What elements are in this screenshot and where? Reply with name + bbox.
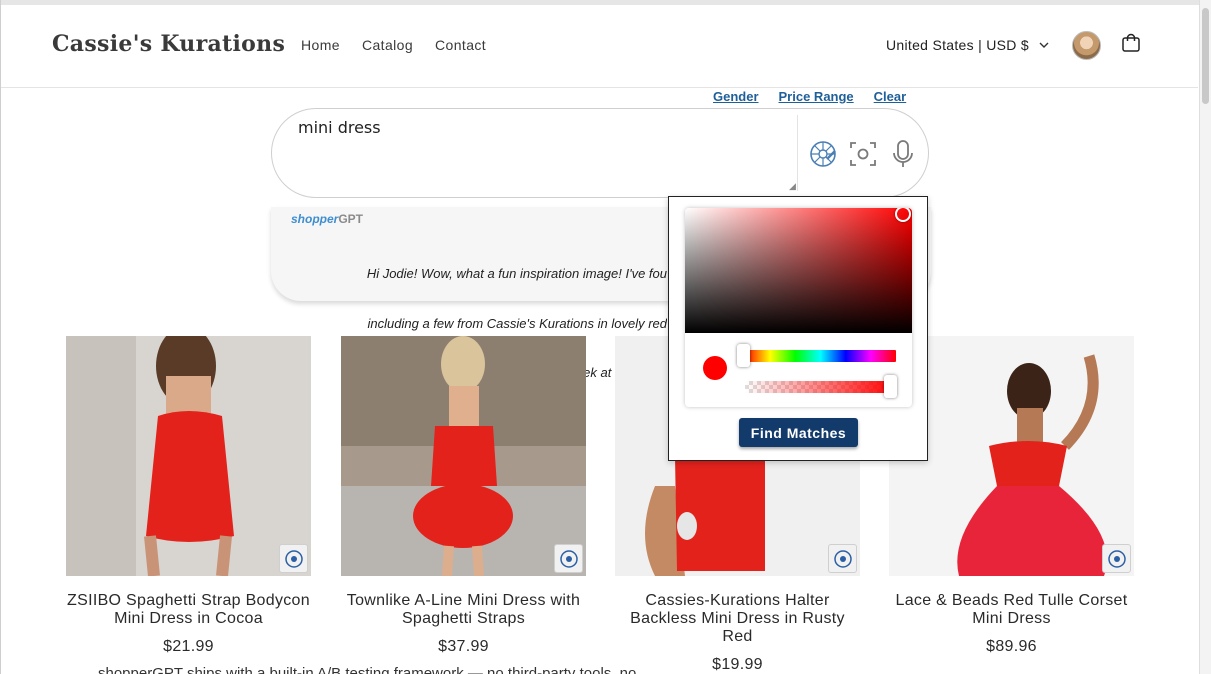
product-image[interactable] [341,336,586,576]
cart-icon[interactable] [1121,33,1141,53]
camera-scan-icon[interactable] [848,139,878,169]
nav-contact[interactable]: Contact [435,37,486,53]
hue-slider[interactable] [745,350,896,362]
saturation-value-area[interactable] [685,208,912,333]
visual-search-badge-icon[interactable] [828,544,857,573]
search-divider [797,115,798,191]
product-title[interactable]: Townlike A-Line Mini Dress with Spaghett… [341,592,586,628]
color-picker-panel [685,208,912,407]
search-box: mini dress ◢ [271,108,929,198]
alpha-slider-handle[interactable] [884,375,897,398]
product-price: $89.96 [986,638,1037,655]
locale-label: United States | USD $ [886,37,1029,53]
product-image[interactable] [66,336,311,576]
main-nav: Home Catalog Contact [301,37,508,53]
scrollbar-thumb[interactable] [1202,8,1209,104]
find-matches-button[interactable]: Find Matches [739,418,858,447]
window-left-edge [0,0,1,674]
color-wheel-icon[interactable] [808,139,838,169]
visual-search-badge-icon[interactable] [1102,544,1131,573]
microphone-icon[interactable] [888,139,918,169]
avatar[interactable] [1072,31,1101,60]
footer-text: shopperGPT ships with a built-in A/B tes… [98,665,637,674]
alpha-slider[interactable] [745,381,896,393]
product-card[interactable]: Townlike A-Line Mini Dress with Spaghett… [341,336,586,656]
page-scrollbar[interactable] [1199,0,1211,674]
shoppergpt-logo: shopperGPT [291,212,364,226]
store-logo[interactable]: Cassie's Kurations [52,31,285,57]
locale-selector[interactable]: United States | USD $ [886,37,1049,53]
filter-clear[interactable]: Clear [874,89,907,104]
hue-slider-handle[interactable] [737,344,750,367]
visual-search-badge-icon[interactable] [554,544,583,573]
nav-catalog[interactable]: Catalog [362,37,413,53]
chevron-down-icon [1039,42,1049,48]
product-card[interactable]: ZSIIBO Spaghetti Strap Bodycon Mini Dres… [66,336,311,656]
resize-handle-icon[interactable]: ◢ [789,181,796,192]
filter-links: Gender Price Range Clear [713,89,906,104]
filter-gender[interactable]: Gender [713,89,759,104]
product-title[interactable]: Lace & Beads Red Tulle Corset Mini Dress [889,592,1134,628]
selected-color-swatch [703,356,727,380]
product-price: $21.99 [163,638,214,655]
product-price: $19.99 [712,656,763,673]
visual-search-badge-icon[interactable] [279,544,308,573]
nav-home[interactable]: Home [301,37,340,53]
message-line: Hi Jodie! Wow, what a fun inspiration im… [366,266,667,281]
product-title[interactable]: Cassies-Kurations Halter Backless Mini D… [615,592,860,646]
message-line: including a few from Cassie's Kurations … [367,315,667,331]
product-title[interactable]: ZSIIBO Spaghetti Strap Bodycon Mini Dres… [66,592,311,628]
search-input[interactable]: mini dress [298,118,381,137]
color-picker-popup: Find Matches [668,196,928,461]
product-price: $37.99 [438,638,489,655]
site-header: Cassie's Kurations Home Catalog Contact … [1,5,1198,88]
filter-price-range[interactable]: Price Range [779,89,854,104]
